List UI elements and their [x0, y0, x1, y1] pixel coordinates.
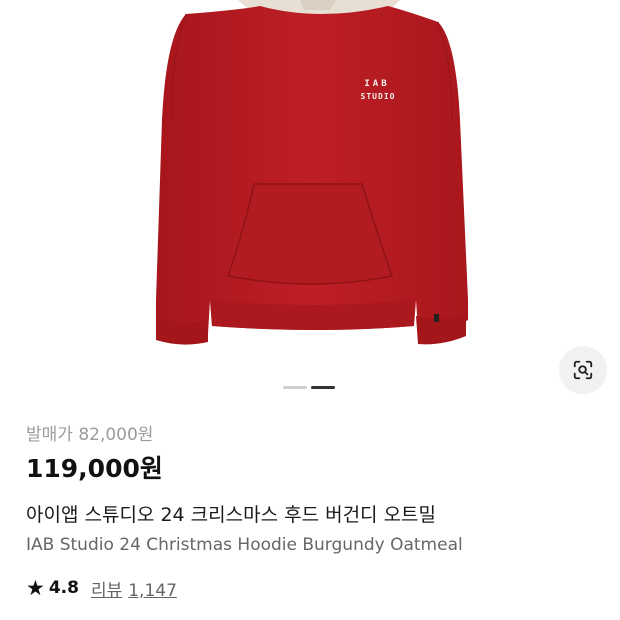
rating-value: 4.8: [48, 578, 79, 598]
product-info: 발매가 82,000원 119,000원 아이앱 스튜디오 24 크리스마스 후…: [26, 421, 600, 601]
image-search-icon: [573, 360, 593, 380]
star-icon: ★: [26, 576, 45, 600]
product-image: IAB STUDIO: [156, 0, 468, 345]
review-count: 1,147: [128, 580, 177, 601]
review-label: 리뷰: [90, 580, 123, 601]
sale-price: 119,000원: [26, 454, 163, 483]
review-link[interactable]: 리뷰 1,147: [91, 576, 177, 601]
image-search-button[interactable]: [559, 346, 607, 394]
list-price-row: 발매가 82,000원: [26, 421, 600, 449]
rating-row: ★ 4.8 리뷰 1,147: [26, 575, 600, 601]
gallery-pagination[interactable]: [283, 386, 335, 389]
list-price-value: 82,000원: [78, 425, 154, 445]
product-title-english: IAB Studio 24 Christmas Hoodie Burgundy …: [26, 535, 463, 555]
chest-print-line2: STUDIO: [361, 92, 396, 101]
pagination-dot[interactable]: [283, 386, 307, 389]
hoodie-pocket: [227, 183, 393, 285]
pagination-dot-active[interactable]: [311, 386, 335, 389]
product-title-korean: 아이앱 스튜디오 24 크리스마스 후드 버건디 오트밀: [26, 504, 437, 526]
hoodie-body: [156, 6, 468, 338]
list-price-label: 발매가: [26, 425, 73, 445]
chest-print-line1: IAB: [364, 79, 389, 89]
product-image-gallery[interactable]: IAB STUDIO: [0, 0, 620, 405]
